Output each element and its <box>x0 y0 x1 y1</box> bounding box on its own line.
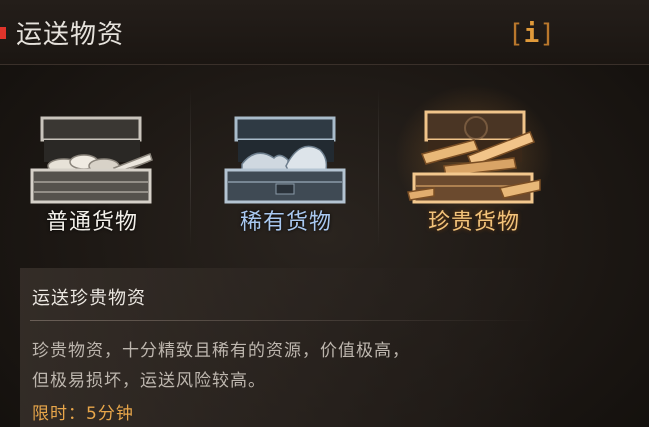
header-accent-marker <box>0 27 6 39</box>
info-button[interactable]: [i] <box>508 17 555 51</box>
description-line: 但极易损坏，运送风险较高。 <box>32 371 266 391</box>
rare-crate-icon <box>224 116 346 204</box>
transport-panel: 运送物资 [i] 普通货物 稀有货物 珍贵货物 运送珍贵物资 珍贵物资，十分精致… <box>0 0 649 427</box>
info-icon: [ <box>508 19 524 49</box>
option-divider <box>378 88 379 248</box>
description-line: 珍贵物资，十分精致且稀有的资源，价值极高， <box>32 341 410 361</box>
description-divider <box>30 320 540 321</box>
panel-header: 运送物资 [i] <box>0 0 649 65</box>
description-title: 运送珍贵物资 <box>32 288 146 309</box>
cargo-option-label: 稀有货物 <box>239 210 332 235</box>
time-limit-text: 限时：5分钟 <box>32 404 134 424</box>
description-body: 珍贵物资，十分精致且稀有的资源，价值极高， 但极易损坏，运送风险较高。 <box>32 336 542 396</box>
cargo-option-precious[interactable]: 珍贵货物 <box>384 78 564 258</box>
cargo-options: 普通货物 稀有货物 珍贵货物 <box>0 78 649 258</box>
cargo-option-label: 珍贵货物 <box>427 210 520 235</box>
precious-crate-icon <box>407 110 541 204</box>
cargo-option-rare[interactable]: 稀有货物 <box>196 78 376 258</box>
common-crate-icon <box>30 116 153 204</box>
cargo-option-common[interactable]: 普通货物 <box>2 78 182 258</box>
option-divider <box>190 88 191 248</box>
cargo-option-label: 普通货物 <box>45 210 138 235</box>
panel-title: 运送物资 <box>16 20 125 50</box>
cargo-description: 运送珍贵物资 珍贵物资，十分精致且稀有的资源，价值极高， 但极易损坏，运送风险较… <box>20 268 550 427</box>
